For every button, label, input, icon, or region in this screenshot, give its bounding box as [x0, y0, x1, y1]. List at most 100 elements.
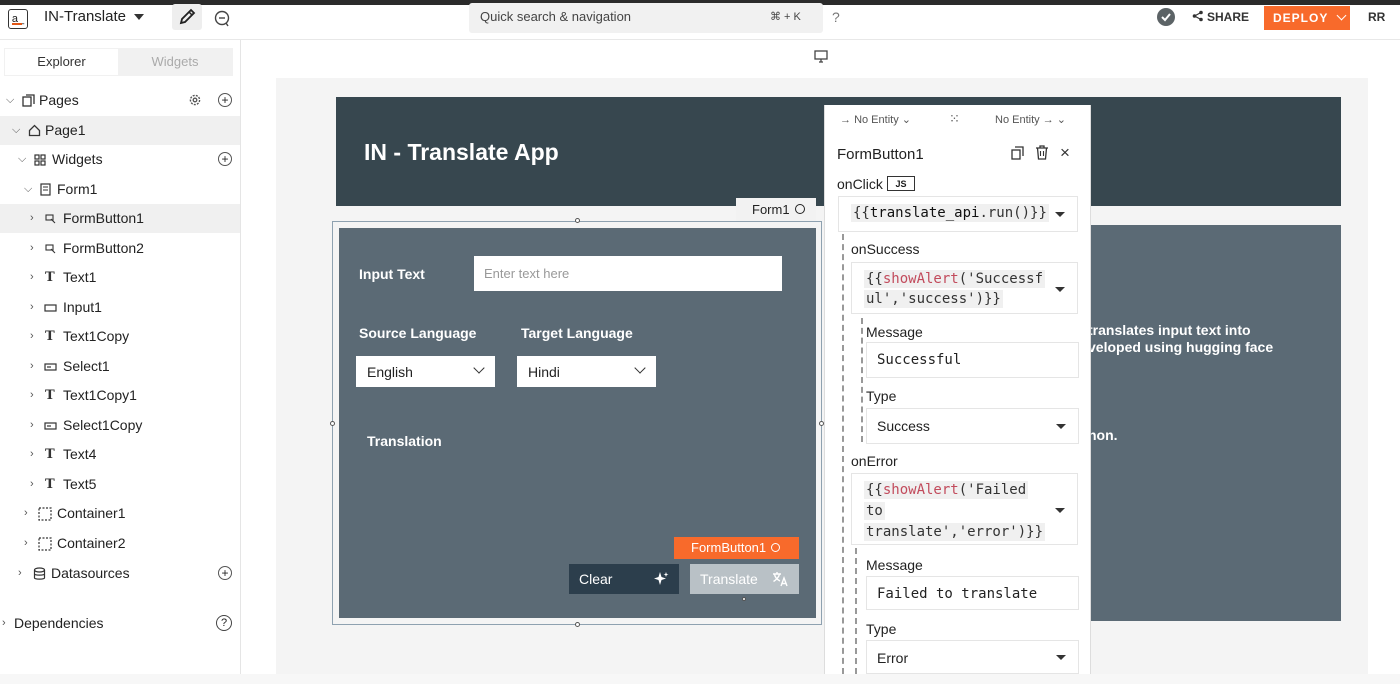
onclick-code-editor[interactable]: {{translate_api.run()}}: [838, 196, 1078, 232]
sidebar-item-form1[interactable]: ⌵ Form1: [0, 175, 240, 204]
sidebar-item-pages[interactable]: ⌵ Pages +: [0, 86, 240, 115]
copy-icon[interactable]: [1011, 146, 1024, 160]
chevron-down-icon[interactable]: ⌵: [12, 116, 20, 145]
user-avatar[interactable]: RR: [1368, 10, 1385, 24]
entity-right-selector[interactable]: No Entity → ⌄: [995, 113, 1066, 126]
sidebar-item-page1[interactable]: ⌵ Page1: [0, 116, 240, 145]
sidebar-item-formbutton1[interactable]: › FormButton1: [0, 204, 240, 233]
chevron-down-icon[interactable]: ⌵: [18, 145, 26, 174]
chevron-right-icon[interactable]: ›: [2, 609, 6, 638]
add-widget-icon[interactable]: +: [218, 152, 232, 166]
resize-handle-top[interactable]: [575, 218, 580, 223]
js-toggle-button[interactable]: JS: [887, 176, 915, 191]
deploy-button[interactable]: DEPLOY: [1264, 6, 1350, 30]
caret-down-icon[interactable]: [1055, 287, 1065, 292]
translate-button[interactable]: Translate: [690, 564, 799, 594]
success-type-select[interactable]: Success: [866, 408, 1079, 444]
chevron-right-icon[interactable]: ›: [30, 322, 34, 351]
source-language-select[interactable]: English: [356, 356, 495, 387]
button-icon: [45, 244, 56, 254]
description-line-2: veloped using hugging face: [1088, 339, 1274, 355]
sidebar-item-dependencies[interactable]: › Dependencies ?: [0, 609, 240, 638]
chevron-right-icon[interactable]: ›: [30, 381, 34, 410]
comment-button[interactable]: [212, 9, 232, 32]
entity-left-selector[interactable]: → No Entity ⌄: [840, 113, 911, 126]
sidebar-item-input1[interactable]: › Input1: [0, 293, 240, 322]
app-title-text: IN - Translate App: [364, 139, 559, 165]
error-type-select[interactable]: Error: [866, 640, 1079, 674]
drag-handle-icon[interactable]: ⁙: [949, 111, 960, 127]
sidebar-item-text1copy[interactable]: › T Text1Copy: [0, 322, 240, 351]
chevron-right-icon[interactable]: ›: [24, 529, 28, 558]
sidebar-item-formbutton2[interactable]: › FormButton2: [0, 234, 240, 263]
chevron-right-icon[interactable]: ›: [30, 470, 34, 499]
app-logo[interactable]: a_: [8, 9, 28, 29]
sidebar-item-text4[interactable]: › T Text4: [0, 440, 240, 469]
sidebar-item-container1[interactable]: › Container1: [0, 499, 240, 528]
sidebar-item-container2[interactable]: › Container2: [0, 529, 240, 558]
sidebar-item-text5[interactable]: › T Text5: [0, 470, 240, 499]
chevron-right-icon[interactable]: ›: [30, 234, 34, 263]
tab-widgets[interactable]: Widgets: [118, 49, 232, 75]
gear-icon[interactable]: [188, 93, 202, 107]
chevron-down-icon[interactable]: ⌵: [24, 175, 32, 204]
caret-down-icon[interactable]: [1056, 655, 1066, 660]
desktop-preview-icon[interactable]: [814, 50, 828, 63]
target-language-select[interactable]: Hindi: [517, 356, 656, 387]
caret-down-icon[interactable]: [1055, 212, 1065, 217]
saved-check-icon[interactable]: [1157, 8, 1175, 26]
settings-icon[interactable]: [794, 204, 805, 214]
chevron-right-icon[interactable]: ›: [30, 352, 34, 381]
chevron-right-icon[interactable]: ›: [30, 411, 34, 440]
help-icon[interactable]: ?: [832, 9, 840, 25]
onsuccess-code-editor[interactable]: {{showAlert('Successf ul','success')}}: [851, 262, 1078, 314]
caret-down-icon[interactable]: [1055, 508, 1065, 513]
error-message-input[interactable]: Failed to translate: [866, 576, 1079, 610]
input-text-field[interactable]: Enter text here: [474, 256, 782, 291]
add-page-icon[interactable]: +: [218, 93, 232, 107]
sidebar-item-select1copy[interactable]: › Select1Copy: [0, 411, 240, 440]
deploy-caret-icon[interactable]: [1336, 10, 1347, 21]
chevron-right-icon[interactable]: ›: [30, 263, 34, 292]
chevron-down-icon: [473, 362, 485, 374]
input-icon: [44, 304, 57, 312]
clear-button[interactable]: Clear: [569, 564, 679, 594]
bottom-status-strip: [0, 674, 1400, 684]
description-container[interactable]: [1080, 225, 1341, 621]
formbutton1-tag[interactable]: FormButton1: [674, 537, 799, 559]
add-datasource-icon[interactable]: +: [218, 566, 232, 580]
sidebar-tabs: Explorer Widgets: [4, 48, 233, 76]
resize-handle-left[interactable]: [330, 421, 335, 426]
chevron-right-icon[interactable]: ›: [24, 499, 28, 528]
tab-explorer[interactable]: Explorer: [5, 49, 118, 75]
sidebar-item-widgets[interactable]: ⌵ Widgets +: [0, 145, 240, 174]
app-name-dropdown[interactable]: IN-Translate: [44, 8, 144, 25]
sidebar-item-text1copy1[interactable]: › T Text1Copy1: [0, 381, 240, 410]
chevron-right-icon[interactable]: ›: [18, 559, 22, 588]
form1-tag[interactable]: Form1: [736, 198, 816, 221]
sidebar-item-text1[interactable]: › T Text1: [0, 263, 240, 292]
edit-mode-button[interactable]: [172, 4, 202, 30]
onerror-code-editor[interactable]: {{showAlert('Failed to translate','error…: [851, 473, 1078, 545]
button-resize-handle[interactable]: [742, 597, 746, 601]
chevron-right-icon[interactable]: ›: [30, 293, 34, 322]
share-button[interactable]: SHARE: [1192, 10, 1249, 24]
sidebar-item-label: Text1: [63, 269, 97, 285]
sidebar-item-datasources[interactable]: › Datasources +: [0, 559, 240, 588]
chevron-down-icon[interactable]: ⌵: [6, 86, 14, 115]
success-message-input[interactable]: Successful: [866, 342, 1079, 378]
chevron-right-icon[interactable]: ›: [30, 440, 34, 469]
trash-icon[interactable]: [1035, 145, 1049, 160]
sidebar-item-label: Select1: [63, 358, 110, 374]
text-icon: T: [45, 329, 55, 344]
help-circle-icon[interactable]: ?: [216, 615, 232, 631]
caret-down-icon[interactable]: [1056, 424, 1066, 429]
settings-icon[interactable]: [771, 543, 781, 552]
select-icon: [44, 363, 57, 371]
sidebar-item-select1[interactable]: › Select1: [0, 352, 240, 381]
close-icon[interactable]: ×: [1060, 143, 1070, 163]
sidebar-item-label: Input1: [63, 299, 102, 315]
form-icon: [40, 183, 51, 196]
chevron-right-icon[interactable]: ›: [30, 204, 34, 233]
resize-handle-bottom[interactable]: [575, 622, 580, 627]
